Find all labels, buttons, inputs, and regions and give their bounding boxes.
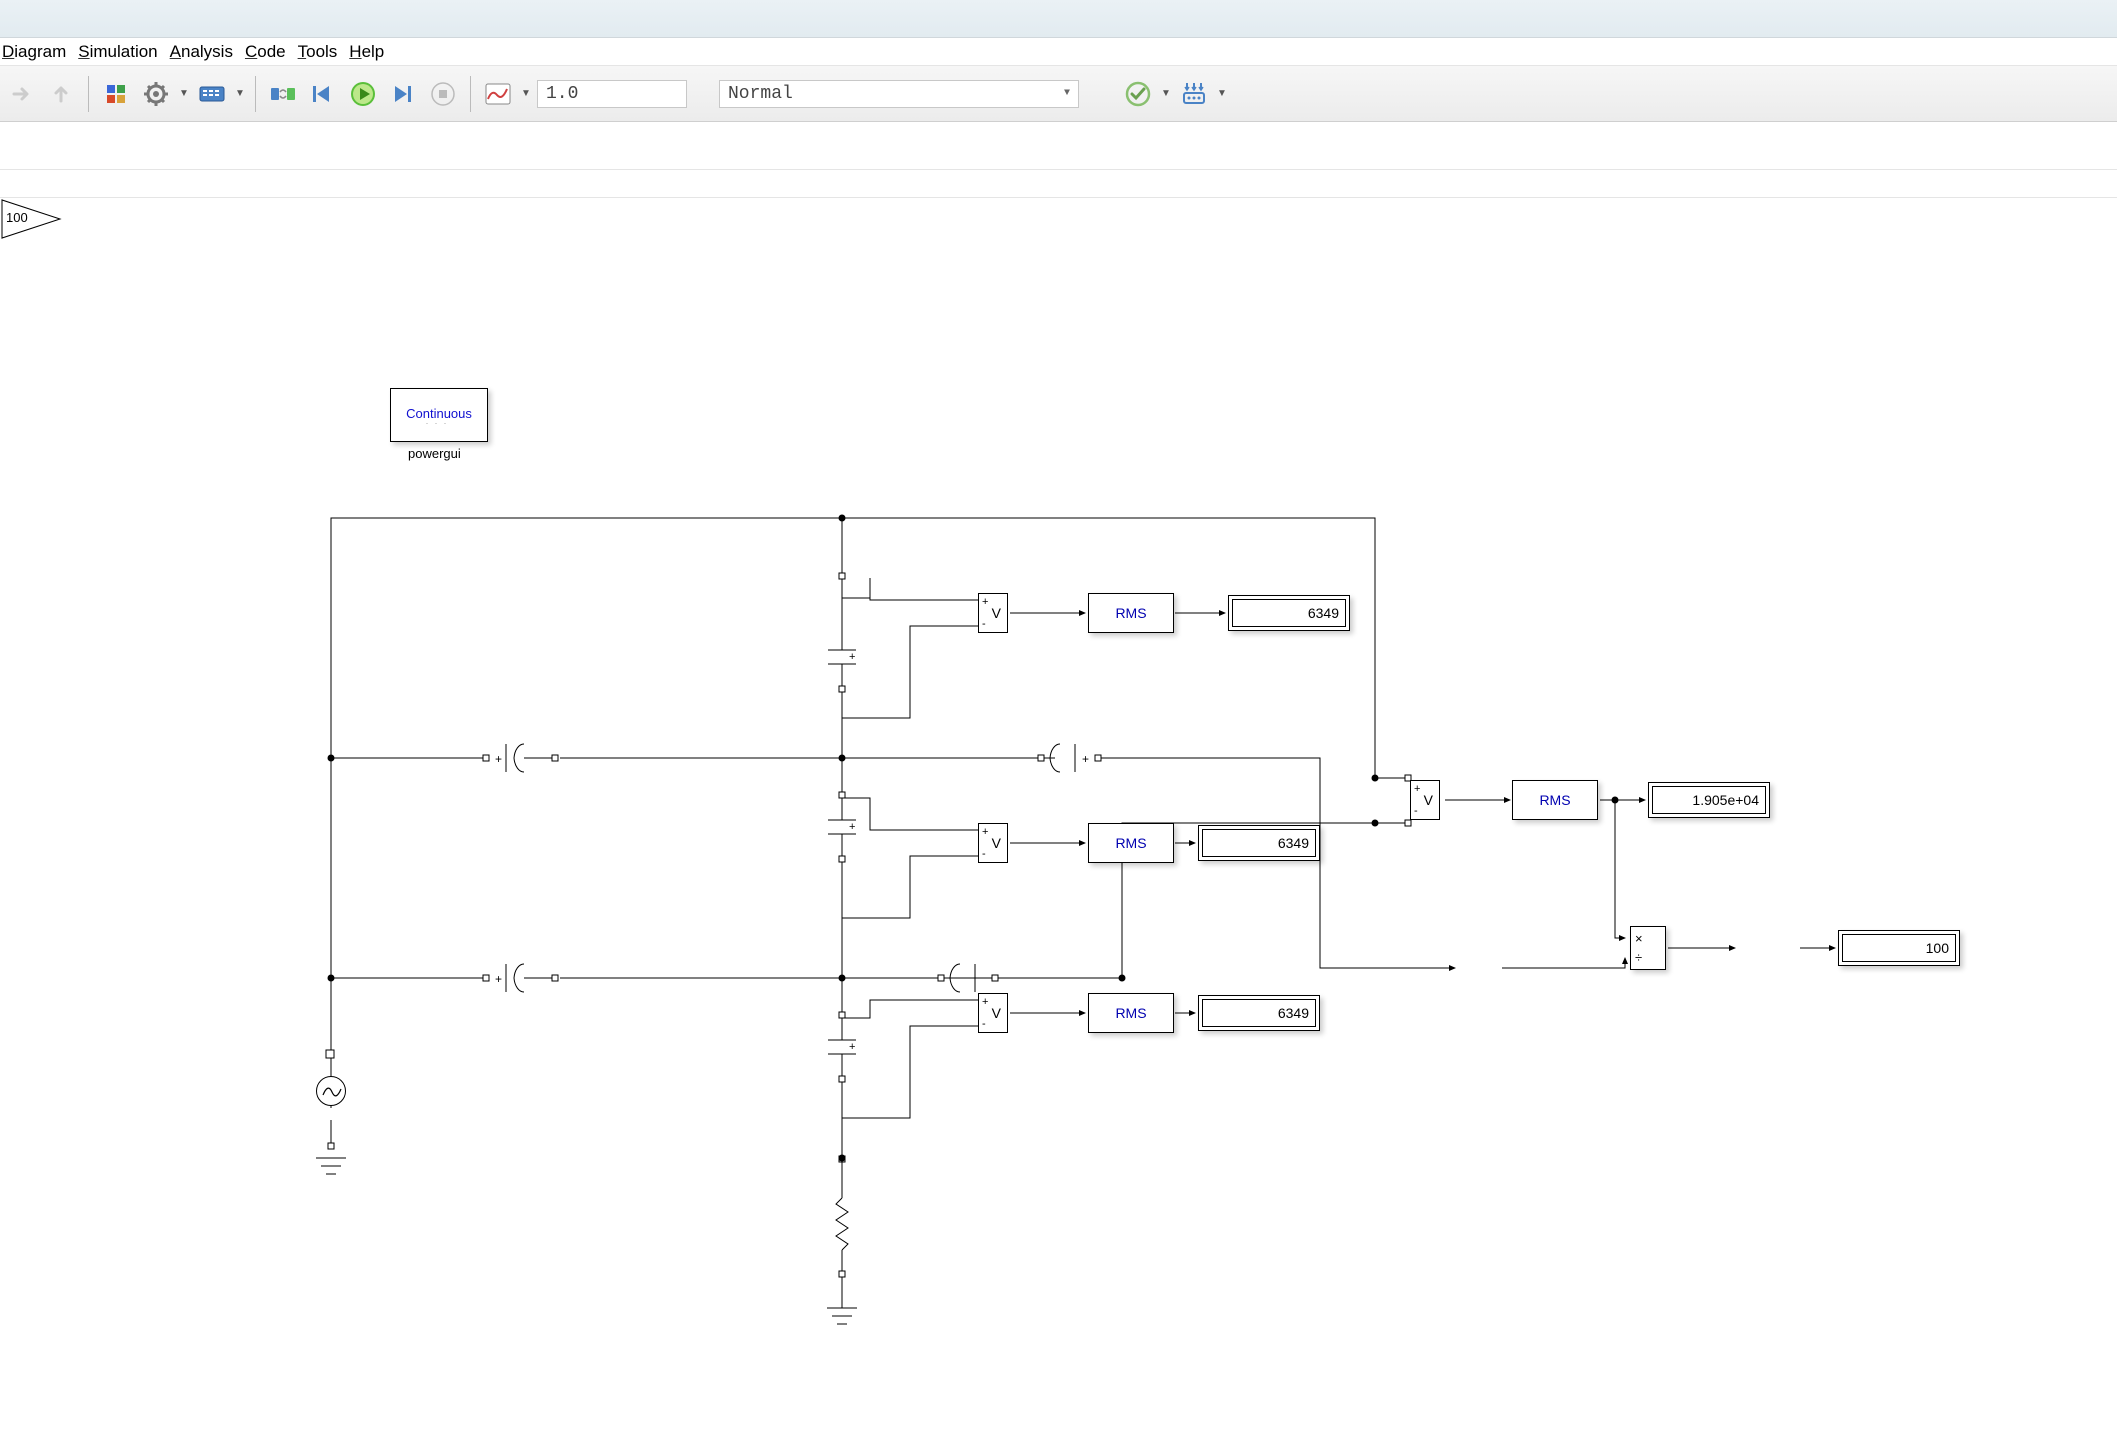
stop-time-input[interactable] [537, 80, 687, 108]
voltage-measurement-1[interactable]: + - V [978, 593, 1008, 633]
display-2-value: 6349 [1278, 835, 1309, 851]
model-canvas[interactable]: Continuous ··· powergui [0, 198, 2117, 1448]
nav-forward-button[interactable] [4, 77, 38, 111]
svg-text:+: + [849, 1041, 855, 1053]
model-explorer-button[interactable] [195, 77, 229, 111]
data-inspector-button[interactable] [481, 77, 515, 111]
display-percent-value: 100 [1926, 940, 1949, 956]
menu-code[interactable]: Code [245, 42, 286, 62]
rms-block-1[interactable]: RMS [1088, 593, 1174, 633]
voltage-measurement-2[interactable]: + - V [978, 823, 1008, 863]
vm-minus-label: - [982, 618, 986, 630]
rms-block-2[interactable]: RMS [1088, 823, 1174, 863]
simulation-mode-select[interactable]: Normal ▼ [719, 80, 1079, 108]
menu-simulation[interactable]: Simulation [78, 42, 157, 62]
menu-help[interactable]: Help [349, 42, 384, 62]
window-titlebar [0, 0, 2117, 38]
toolbar: ▼ ▼ ▼ Normal ▼ ▼ [0, 66, 2117, 122]
update-diagram-button[interactable] [266, 77, 300, 111]
deploy-dropdown[interactable]: ▼ [1217, 88, 1227, 99]
inspector-dropdown[interactable]: ▼ [521, 88, 531, 99]
voltage-measurement-total[interactable]: + - V [1410, 780, 1440, 820]
menubar: DDiagramiagram Simulation Analysis Code … [0, 38, 2117, 66]
rms-block-3[interactable]: RMS [1088, 993, 1174, 1033]
menu-diagram[interactable]: DDiagramiagram [2, 42, 66, 62]
library-browser-button[interactable] [99, 77, 133, 111]
wiring-layer: + + + [0, 198, 2117, 1448]
explorer-dropdown[interactable]: ▼ [235, 88, 245, 99]
display-total[interactable]: 1.905e+04 [1648, 782, 1770, 818]
simulation-mode-value: Normal [728, 84, 793, 104]
display-2[interactable]: 6349 [1198, 825, 1320, 861]
rms-label: RMS [1115, 605, 1146, 621]
connection-node [328, 755, 335, 762]
display-1-value: 6349 [1308, 605, 1339, 621]
model-browser-bar [0, 122, 2117, 170]
display-3-value: 6349 [1278, 1005, 1309, 1021]
model-config-button[interactable] [139, 77, 173, 111]
breaker-2: + [483, 964, 558, 992]
display-percent[interactable]: 100 [1838, 930, 1960, 966]
rms-block-total[interactable]: RMS [1512, 780, 1598, 820]
svg-text:+: + [495, 752, 502, 766]
step-forward-button[interactable] [386, 77, 420, 111]
gain-100-value: 100 [6, 210, 28, 225]
breaker-4 [842, 964, 998, 992]
run-button[interactable] [346, 77, 380, 111]
vm-plus-label: + [982, 596, 988, 608]
breaker-1: + [483, 744, 558, 772]
build-button[interactable] [1121, 77, 1155, 111]
vm-v-label: V [992, 605, 1001, 621]
deploy-button[interactable] [1177, 77, 1211, 111]
step-back-button[interactable] [306, 77, 340, 111]
display-total-value: 1.905e+04 [1692, 792, 1759, 808]
svg-text:+: + [1082, 752, 1089, 766]
divide-x-label: × [1635, 931, 1643, 946]
stop-button[interactable] [426, 77, 460, 111]
nav-up-button[interactable] [44, 77, 78, 111]
divide-d-label: ÷ [1635, 950, 1642, 965]
config-dropdown[interactable]: ▼ [179, 88, 189, 99]
navigation-bar [0, 170, 2117, 198]
display-3[interactable]: 6349 [1198, 995, 1320, 1031]
build-dropdown[interactable]: ▼ [1161, 88, 1171, 99]
menu-tools[interactable]: Tools [298, 42, 338, 62]
display-1[interactable]: 6349 [1228, 595, 1350, 631]
svg-text:+: + [849, 651, 855, 663]
menu-analysis[interactable]: Analysis [170, 42, 233, 62]
svg-text:+: + [495, 972, 502, 986]
breaker-3: + [842, 744, 1140, 772]
svg-text:+: + [849, 821, 855, 833]
ground-icon [316, 1143, 346, 1174]
divide-block[interactable]: × ÷ [1630, 926, 1666, 970]
voltage-measurement-3[interactable]: + - V [978, 993, 1008, 1033]
ac-voltage-source-block[interactable] [316, 1076, 346, 1106]
